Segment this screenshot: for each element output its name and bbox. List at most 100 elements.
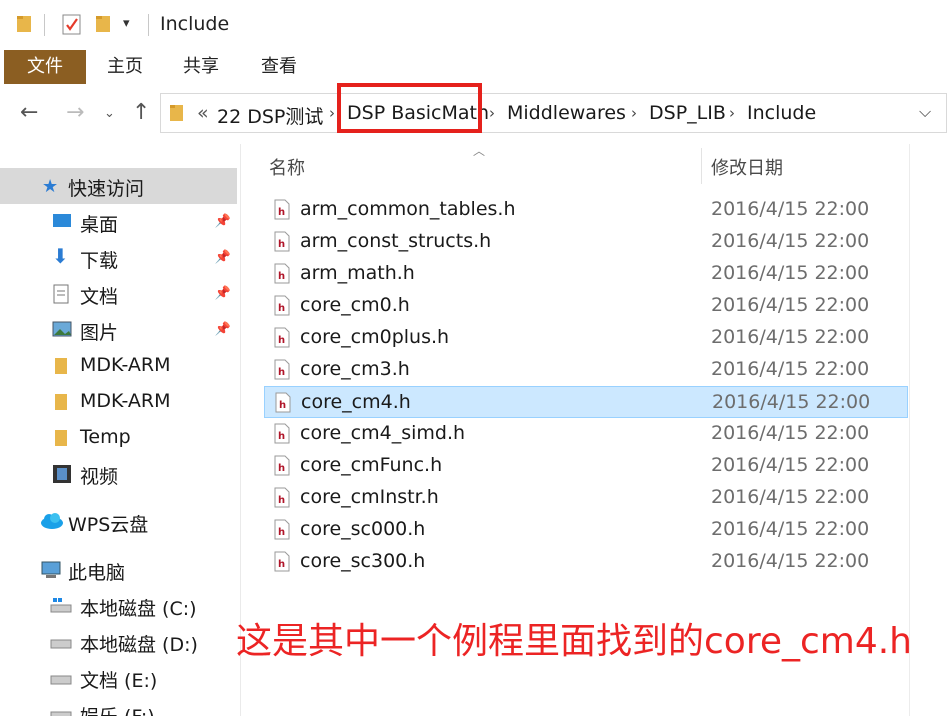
file-row[interactable]: h core_cm0plus.h 2016/4/15 22:00 bbox=[264, 322, 908, 354]
tab-view[interactable]: 查看 bbox=[250, 50, 308, 84]
column-header-name[interactable]: 名称 bbox=[269, 154, 305, 180]
nav-downloads[interactable]: ⬇ 下载 📌 bbox=[0, 240, 237, 276]
nav-pictures[interactable]: 图片 📌 bbox=[0, 312, 237, 348]
pin-icon[interactable]: 📌 bbox=[215, 250, 231, 265]
breadcrumb-chevron-icon[interactable]: › bbox=[489, 104, 495, 122]
pin-icon[interactable]: 📌 bbox=[215, 322, 231, 337]
nav-documents[interactable]: 文档 📌 bbox=[0, 276, 237, 312]
nav-drive-f[interactable]: 娱乐 (F:) bbox=[0, 696, 237, 716]
address-dropdown-icon[interactable]: ⌵ bbox=[919, 102, 931, 122]
nav-desktop[interactable]: 桌面 📌 bbox=[0, 204, 237, 240]
folder-icon[interactable] bbox=[16, 14, 34, 34]
document-icon bbox=[52, 284, 72, 304]
breadcrumb-chevron-icon[interactable]: › bbox=[329, 104, 335, 122]
file-row[interactable]: h core_sc000.h 2016/4/15 22:00 bbox=[264, 514, 908, 546]
file-name: arm_common_tables.h bbox=[300, 198, 516, 220]
tab-file[interactable]: 文件 bbox=[4, 50, 86, 84]
svg-text:h: h bbox=[278, 527, 285, 538]
pin-icon[interactable]: 📌 bbox=[215, 214, 231, 229]
nav-folder-temp[interactable]: Temp bbox=[0, 420, 237, 456]
drive-icon bbox=[50, 668, 72, 688]
breadcrumb-item[interactable]: 22 DSP测试 bbox=[217, 102, 323, 129]
file-date: 2016/4/15 22:00 bbox=[711, 422, 870, 444]
nav-drive-e[interactable]: 文档 (E:) bbox=[0, 660, 237, 696]
header-file-icon: h bbox=[275, 392, 291, 413]
nav-drive-d[interactable]: 本地磁盘 (D:) bbox=[0, 624, 237, 660]
nav-label: 文档 bbox=[80, 286, 119, 308]
file-name: arm_math.h bbox=[300, 262, 415, 284]
back-arrow-icon[interactable]: ← bbox=[20, 100, 38, 125]
nav-label: 快速访问 bbox=[68, 178, 145, 200]
file-row[interactable]: h core_cm4.h 2016/4/15 22:00 bbox=[264, 386, 908, 418]
drive-windows-icon bbox=[50, 596, 72, 616]
folder-icon bbox=[54, 392, 74, 412]
nav-quick-access[interactable]: ★ 快速访问 bbox=[0, 168, 237, 204]
file-row[interactable]: h core_cm3.h 2016/4/15 22:00 bbox=[264, 354, 908, 386]
file-row[interactable]: h arm_common_tables.h 2016/4/15 22:00 bbox=[264, 194, 908, 226]
new-folder-icon[interactable] bbox=[95, 14, 113, 34]
titlebar-separator bbox=[44, 14, 45, 36]
nav-label: 此电脑 bbox=[68, 562, 126, 584]
nav-wps-cloud[interactable]: WPS云盘 bbox=[0, 504, 237, 540]
column-divider[interactable] bbox=[701, 148, 702, 184]
file-row[interactable]: h core_cmInstr.h 2016/4/15 22:00 bbox=[264, 482, 908, 514]
customize-toolbar-icon[interactable]: ▾ bbox=[123, 16, 130, 31]
breadcrumb-overflow[interactable]: « bbox=[197, 102, 209, 124]
recent-locations-icon[interactable]: ⌄ bbox=[104, 106, 115, 121]
tab-home[interactable]: 主页 bbox=[96, 50, 154, 84]
svg-text:h: h bbox=[278, 559, 285, 570]
header-file-icon: h bbox=[274, 327, 290, 348]
file-row[interactable]: h arm_math.h 2016/4/15 22:00 bbox=[264, 258, 908, 290]
svg-text:h: h bbox=[278, 431, 285, 442]
column-header-modified[interactable]: 修改日期 bbox=[711, 154, 783, 180]
header-file-icon: h bbox=[274, 359, 290, 380]
address-bar[interactable]: « 22 DSP测试 › DSP BasicMath › Middlewares… bbox=[160, 93, 947, 133]
file-row[interactable]: h core_cm4_simd.h 2016/4/15 22:00 bbox=[264, 418, 908, 450]
breadcrumb-item[interactable]: Middlewares bbox=[507, 102, 626, 124]
file-name: core_sc300.h bbox=[300, 550, 426, 572]
file-row[interactable]: h arm_const_structs.h 2016/4/15 22:00 bbox=[264, 226, 908, 258]
svg-text:h: h bbox=[279, 400, 286, 411]
properties-icon[interactable] bbox=[62, 14, 82, 36]
up-arrow-icon[interactable]: ↑ bbox=[132, 100, 150, 125]
forward-arrow-icon[interactable]: → bbox=[66, 100, 84, 125]
pin-icon[interactable]: 📌 bbox=[215, 286, 231, 301]
file-date: 2016/4/15 22:00 bbox=[711, 198, 870, 220]
file-date: 2016/4/15 22:00 bbox=[711, 518, 870, 540]
folder-icon bbox=[170, 105, 183, 121]
nav-drive-c[interactable]: 本地磁盘 (C:) bbox=[0, 588, 237, 624]
file-date: 2016/4/15 22:00 bbox=[711, 230, 870, 252]
breadcrumb-item[interactable]: DSP_LIB bbox=[649, 102, 726, 124]
file-row[interactable]: h core_cmFunc.h 2016/4/15 22:00 bbox=[264, 450, 908, 482]
file-row[interactable]: h core_sc300.h 2016/4/15 22:00 bbox=[264, 546, 908, 578]
file-date: 2016/4/15 22:00 bbox=[711, 454, 870, 476]
breadcrumb-chevron-icon[interactable]: › bbox=[631, 104, 637, 122]
highlight-box bbox=[337, 83, 482, 133]
nav-folder-mdk-arm[interactable]: MDK-ARM bbox=[0, 384, 237, 420]
nav-this-pc[interactable]: 此电脑 bbox=[0, 552, 237, 588]
nav-label: WPS云盘 bbox=[68, 514, 149, 536]
header-file-icon: h bbox=[274, 231, 290, 252]
nav-folder-mdk-arm[interactable]: MDK-ARM bbox=[0, 348, 237, 384]
nav-label: 文档 (E:) bbox=[80, 670, 158, 692]
file-date: 2016/4/15 22:00 bbox=[711, 358, 870, 380]
folder-icon bbox=[54, 356, 74, 376]
nav-label: 本地磁盘 (C:) bbox=[80, 598, 197, 620]
file-row[interactable]: h core_cm0.h 2016/4/15 22:00 bbox=[264, 290, 908, 322]
nav-videos[interactable]: 视频 bbox=[0, 456, 237, 492]
breadcrumb-item[interactable]: Include bbox=[747, 102, 816, 124]
file-name: core_cm4.h bbox=[301, 391, 411, 413]
header-file-icon: h bbox=[274, 487, 290, 508]
svg-text:h: h bbox=[278, 239, 285, 250]
nav-label: 图片 bbox=[80, 322, 119, 344]
file-name: core_sc000.h bbox=[300, 518, 426, 540]
file-name: core_cm0plus.h bbox=[300, 326, 450, 348]
desktop-icon bbox=[52, 212, 72, 232]
drive-icon bbox=[50, 632, 72, 652]
breadcrumb-chevron-icon[interactable]: › bbox=[729, 104, 735, 122]
svg-text:h: h bbox=[278, 367, 285, 378]
svg-text:h: h bbox=[278, 335, 285, 346]
tab-share[interactable]: 共享 bbox=[172, 50, 230, 84]
header-file-icon: h bbox=[274, 519, 290, 540]
header-file-icon: h bbox=[274, 263, 290, 284]
